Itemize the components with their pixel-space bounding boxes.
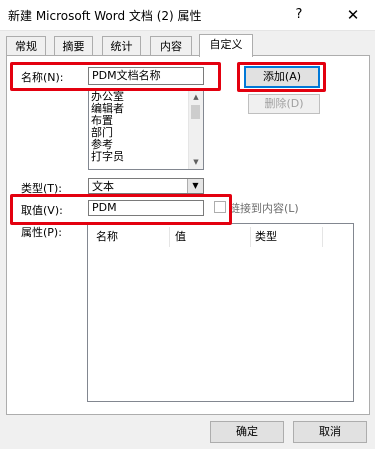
title-bar: 新建 Microsoft Word 文档 (2) 属性 ? ✕: [0, 0, 375, 31]
type-value: 文本: [92, 180, 114, 193]
name-input[interactable]: PDM文档名称: [88, 67, 204, 85]
type-select[interactable]: 文本 ▼: [88, 178, 204, 194]
value-label: 取值(V):: [21, 204, 63, 217]
tab-general[interactable]: 常规: [6, 36, 46, 56]
window-title: 新建 Microsoft Word 文档 (2) 属性: [8, 9, 202, 23]
value-input[interactable]: PDM: [88, 200, 204, 216]
tab-statistics[interactable]: 统计: [102, 36, 141, 56]
help-button[interactable]: ?: [287, 4, 311, 26]
properties-label: 属性(P):: [21, 226, 62, 239]
name-label: 名称(N):: [21, 71, 64, 84]
column-value-header[interactable]: 值: [175, 229, 186, 245]
cancel-button[interactable]: 取消: [293, 421, 367, 443]
list-scrollbar[interactable]: ▲ ▼: [188, 91, 203, 169]
column-divider[interactable]: [322, 227, 323, 247]
scroll-thumb[interactable]: [191, 105, 200, 119]
name-list[interactable]: 办公室 编辑者 布置 部门 参考 打字员 ▲ ▼: [88, 90, 204, 170]
link-to-content-checkbox[interactable]: [214, 201, 226, 213]
chevron-down-icon[interactable]: ▼: [187, 179, 203, 193]
column-type-header[interactable]: 类型: [255, 229, 277, 245]
tab-custom[interactable]: 自定义: [199, 34, 253, 57]
properties-list[interactable]: 名称 值 类型: [87, 223, 354, 402]
column-divider[interactable]: [250, 227, 251, 247]
ok-button[interactable]: 确定: [210, 421, 284, 443]
column-name-header[interactable]: 名称: [96, 229, 118, 245]
scroll-up-icon[interactable]: ▲: [189, 91, 203, 104]
close-button[interactable]: ✕: [340, 4, 366, 26]
add-button[interactable]: 添加(A): [244, 66, 320, 88]
list-item[interactable]: 打字员: [89, 151, 203, 163]
delete-button[interactable]: 删除(D): [248, 94, 320, 114]
tab-contents[interactable]: 内容: [150, 36, 192, 56]
scroll-down-icon[interactable]: ▼: [189, 156, 203, 169]
tab-summary[interactable]: 摘要: [54, 36, 93, 56]
link-to-content-label: 链接到内容(L): [229, 202, 299, 215]
column-divider[interactable]: [169, 227, 170, 247]
type-label: 类型(T):: [21, 182, 63, 195]
